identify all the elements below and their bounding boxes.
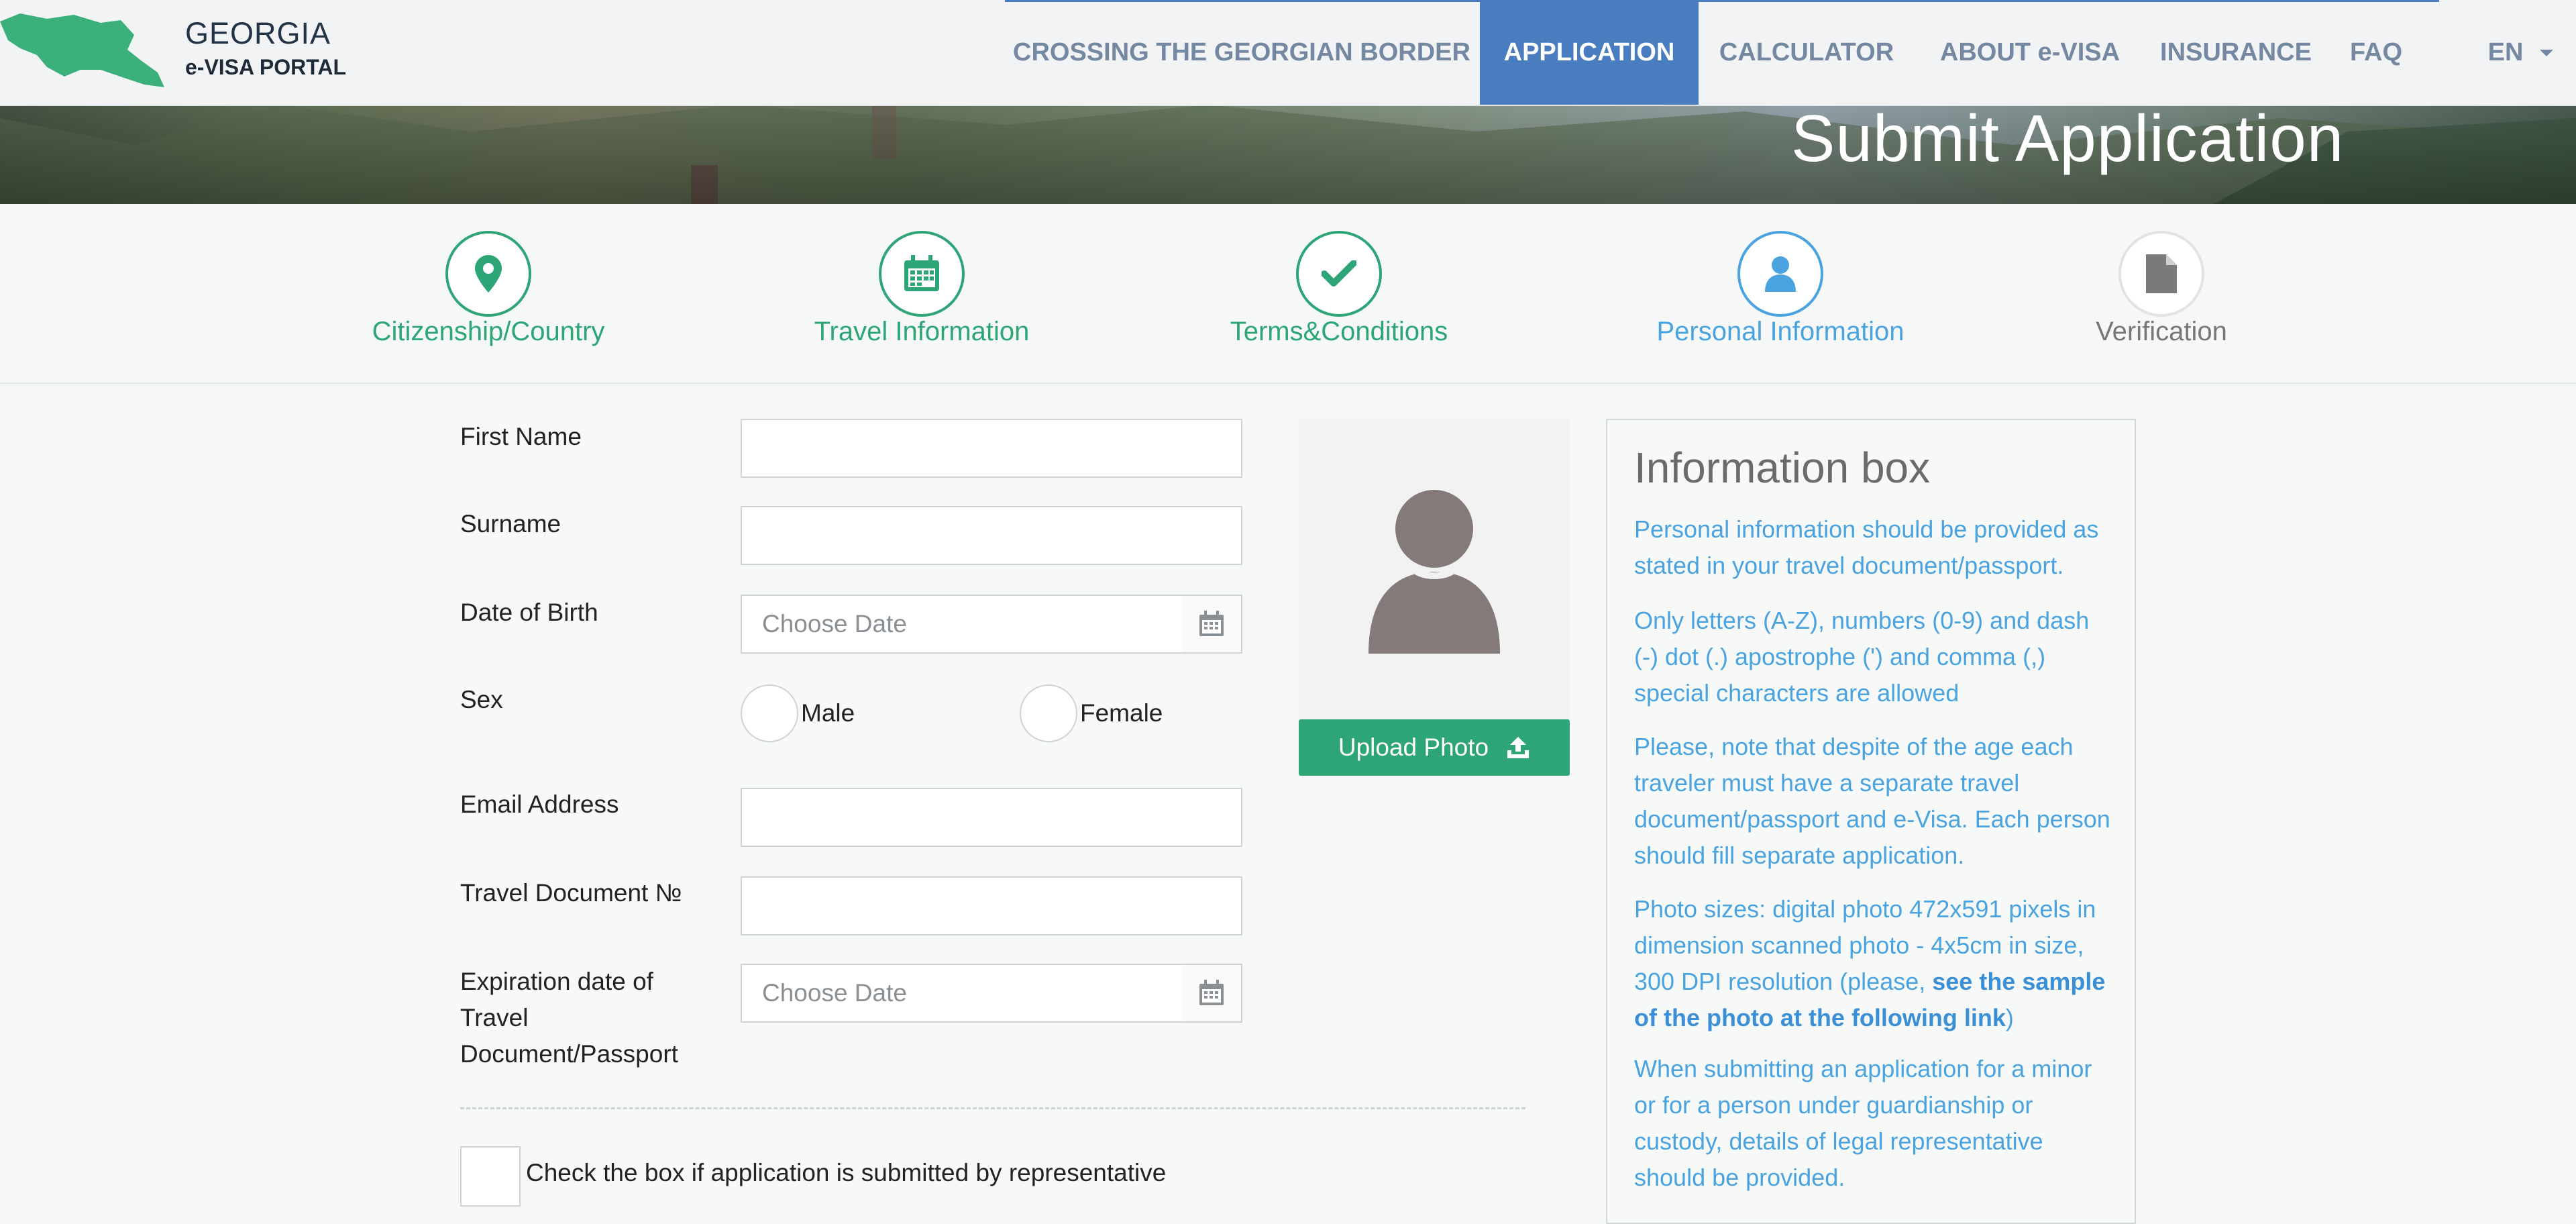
step-terms-circle[interactable]	[1296, 231, 1382, 317]
nav-insurance[interactable]: INSURANCE	[2145, 0, 2326, 105]
step-personal-circle[interactable]	[1737, 231, 1823, 317]
georgia-map-icon[interactable]	[0, 8, 168, 90]
step-travel-label[interactable]: Travel Information	[720, 317, 1123, 347]
nav-calculator[interactable]: CALCULATOR	[1699, 0, 1915, 105]
document-icon	[2146, 254, 2177, 293]
form-divider	[460, 1107, 1525, 1109]
step-verification-circle[interactable]	[2118, 231, 2204, 317]
logo-subtitle[interactable]: e-VISA PORTAL	[185, 55, 346, 80]
page-title: Submit Application	[1791, 105, 2345, 175]
sex-label: Sex	[460, 686, 503, 713]
photo-sizes-end: )	[2005, 1004, 2014, 1031]
application-steps: Citizenship/Country Travel Information T…	[0, 204, 2576, 384]
nav-about-evisa[interactable]: ABOUT e-VISA	[1915, 0, 2145, 105]
date-of-birth-calendar-button[interactable]	[1182, 595, 1242, 654]
first-name-label: First Name	[460, 423, 582, 450]
upload-photo-button[interactable]: Upload Photo	[1299, 719, 1570, 776]
nav-application[interactable]: APPLICATION	[1480, 0, 1699, 105]
email-input[interactable]	[741, 788, 1242, 847]
surname-label: Surname	[460, 510, 561, 538]
nav-faq[interactable]: FAQ	[2326, 0, 2426, 105]
step-citizenship-label[interactable]: Citizenship/Country	[287, 317, 690, 347]
travel-document-input[interactable]	[741, 876, 1242, 935]
upload-photo-label: Upload Photo	[1338, 733, 1489, 761]
info-paragraph-characters: Only letters (A-Z), numbers (0-9) and da…	[1634, 607, 2090, 707]
email-label: Email Address	[460, 790, 619, 818]
info-paragraph-separate-document: Please, note that despite of the age eac…	[1634, 733, 2110, 869]
site-header: GEORGIA e-VISA PORTAL CROSSING THE GEORG…	[0, 0, 2576, 106]
travel-document-label: Travel Document №	[460, 879, 682, 907]
sex-male-label[interactable]: Male	[801, 699, 855, 727]
information-box-title: Information box	[1634, 444, 1931, 492]
calendar-icon	[1199, 980, 1224, 1005]
language-selector[interactable]: EN	[2475, 0, 2536, 105]
expiration-date-label: Expiration date of Travel Document/Passp…	[460, 968, 678, 1068]
page-banner: Submit Application	[0, 105, 2576, 204]
date-of-birth-label: Date of Birth	[460, 599, 598, 626]
representative-checkbox[interactable]	[460, 1146, 521, 1207]
upload-icon	[1507, 737, 1529, 758]
chevron-down-icon[interactable]	[2540, 50, 2553, 56]
step-terms-label[interactable]: Terms&Conditions	[1138, 317, 1540, 347]
sex-female-radio[interactable]	[1020, 684, 1077, 742]
info-paragraph-personal: Personal information should be provided …	[1634, 515, 2099, 579]
sex-female-label[interactable]: Female	[1080, 699, 1163, 727]
logo-title[interactable]: GEORGIA	[185, 16, 331, 51]
step-personal-label[interactable]: Personal Information	[1579, 317, 1982, 347]
map-pin-icon	[475, 255, 502, 293]
check-icon	[1322, 260, 1356, 287]
step-citizenship-circle[interactable]	[445, 231, 531, 317]
date-of-birth-input[interactable]: Choose Date	[741, 595, 1183, 654]
avatar-placeholder-icon	[1368, 490, 1500, 654]
user-icon	[1765, 256, 1796, 292]
info-paragraph-minor: When submitting an application for a min…	[1634, 1055, 2092, 1191]
info-paragraph-photo-sizes: Photo sizes: digital photo 472x591 pixel…	[1634, 891, 2117, 1036]
nav-crossing-border[interactable]: CROSSING THE GEORGIAN BORDER	[1005, 0, 1479, 105]
calendar-icon	[1199, 611, 1224, 636]
representative-checkbox-label[interactable]: Check the box if application is submitte…	[526, 1159, 1166, 1187]
first-name-input[interactable]	[741, 419, 1242, 478]
expiration-date-calendar-button[interactable]	[1182, 964, 1242, 1023]
sex-male-radio[interactable]	[741, 684, 798, 742]
step-travel-circle[interactable]	[879, 231, 965, 317]
calendar-icon	[904, 255, 939, 291]
step-verification-label[interactable]: Verification	[1960, 317, 2363, 347]
photo-placeholder	[1299, 419, 1570, 719]
surname-input[interactable]	[741, 506, 1242, 565]
expiration-date-input[interactable]: Choose Date	[741, 964, 1183, 1023]
information-box: Information box Personal information sho…	[1606, 419, 2136, 1224]
